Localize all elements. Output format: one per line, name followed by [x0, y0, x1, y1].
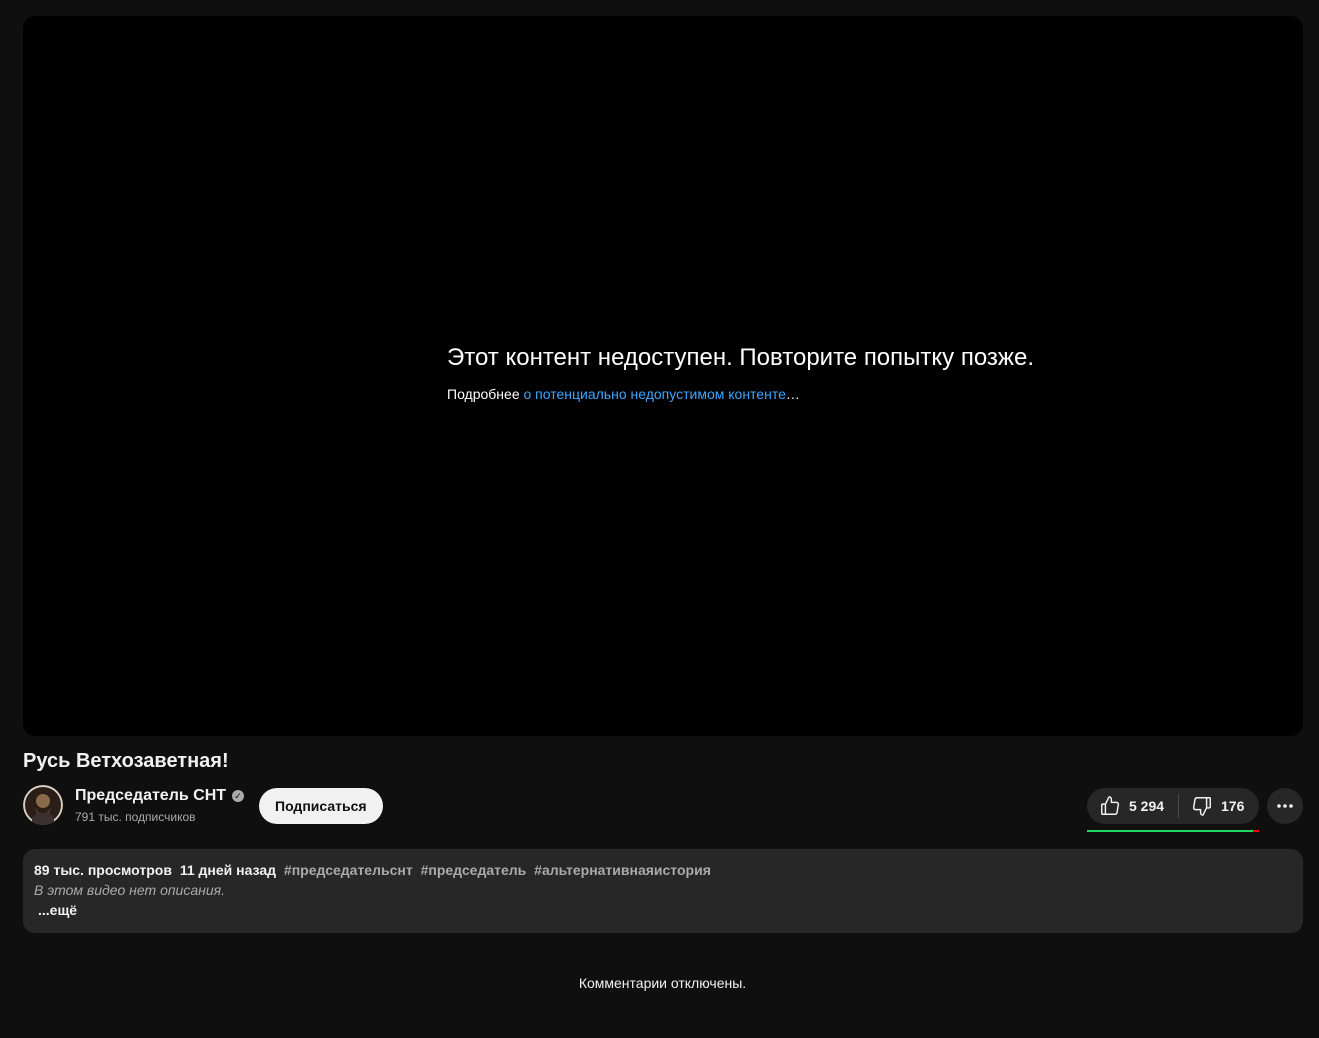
thumbs-down-icon	[1192, 797, 1211, 816]
description-box[interactable]: 89 тыс. просмотров 11 дней назад #предсе…	[23, 849, 1303, 933]
hashtag-link[interactable]: #альтернативнаяистория	[534, 862, 711, 878]
like-ratio-fill	[1087, 830, 1254, 832]
hashtag-link[interactable]: #председательснт	[284, 862, 413, 878]
view-count: 89 тыс. просмотров	[34, 862, 172, 878]
subscribe-button[interactable]: Подписаться	[259, 788, 383, 824]
like-count: 5 294	[1129, 798, 1165, 814]
error-details-prefix: Подробнее	[447, 386, 524, 402]
hashtag-link[interactable]: #председатель	[421, 862, 527, 878]
video-title: Русь Ветхозаветная!	[23, 750, 229, 772]
comments-disabled-message: Комментарии отключены.	[578, 975, 747, 991]
empty-description: В этом видео нет описания.	[34, 882, 225, 898]
like-dislike-group: 5 294 176	[1087, 788, 1259, 824]
player-error-message: Этот контент недоступен. Повторите попыт…	[447, 344, 1034, 402]
more-actions-button[interactable]	[1267, 788, 1303, 824]
verified-badge-icon: ✓	[232, 790, 245, 802]
dislike-count: 176	[1221, 798, 1245, 814]
avatar-image-icon	[23, 785, 63, 825]
like-ratio-bar	[1087, 830, 1259, 832]
error-details-suffix: …	[785, 386, 800, 402]
error-title: Этот контент недоступен. Повторите попыт…	[447, 344, 1034, 371]
error-details: Подробнее о потенциально недопустимом ко…	[447, 386, 1034, 402]
video-player[interactable]: Этот контент недоступен. Повторите попыт…	[23, 16, 1303, 736]
like-button[interactable]: 5 294	[1087, 788, 1178, 824]
description-meta: 89 тыс. просмотров 11 дней назад #предсе…	[34, 862, 1292, 878]
subscriber-count: 791 тыс. подписчиков	[75, 810, 196, 824]
inappropriate-content-link[interactable]: о потенциально недопустимом контенте	[524, 386, 786, 402]
channel-name[interactable]: Председатель СНТ	[75, 787, 226, 805]
thumbs-up-icon	[1101, 796, 1120, 815]
more-horizontal-icon	[1277, 804, 1293, 808]
channel-avatar[interactable]	[23, 785, 63, 825]
show-more-button[interactable]: ...ещё	[38, 902, 1292, 918]
channel-name-row: Председатель СНТ ✓	[75, 787, 245, 805]
upload-date: 11 дней назад	[179, 862, 277, 878]
dislike-button[interactable]: 176	[1179, 788, 1259, 824]
owner-row: Председатель СНТ ✓ 791 тыс. подписчиков …	[23, 785, 1303, 832]
